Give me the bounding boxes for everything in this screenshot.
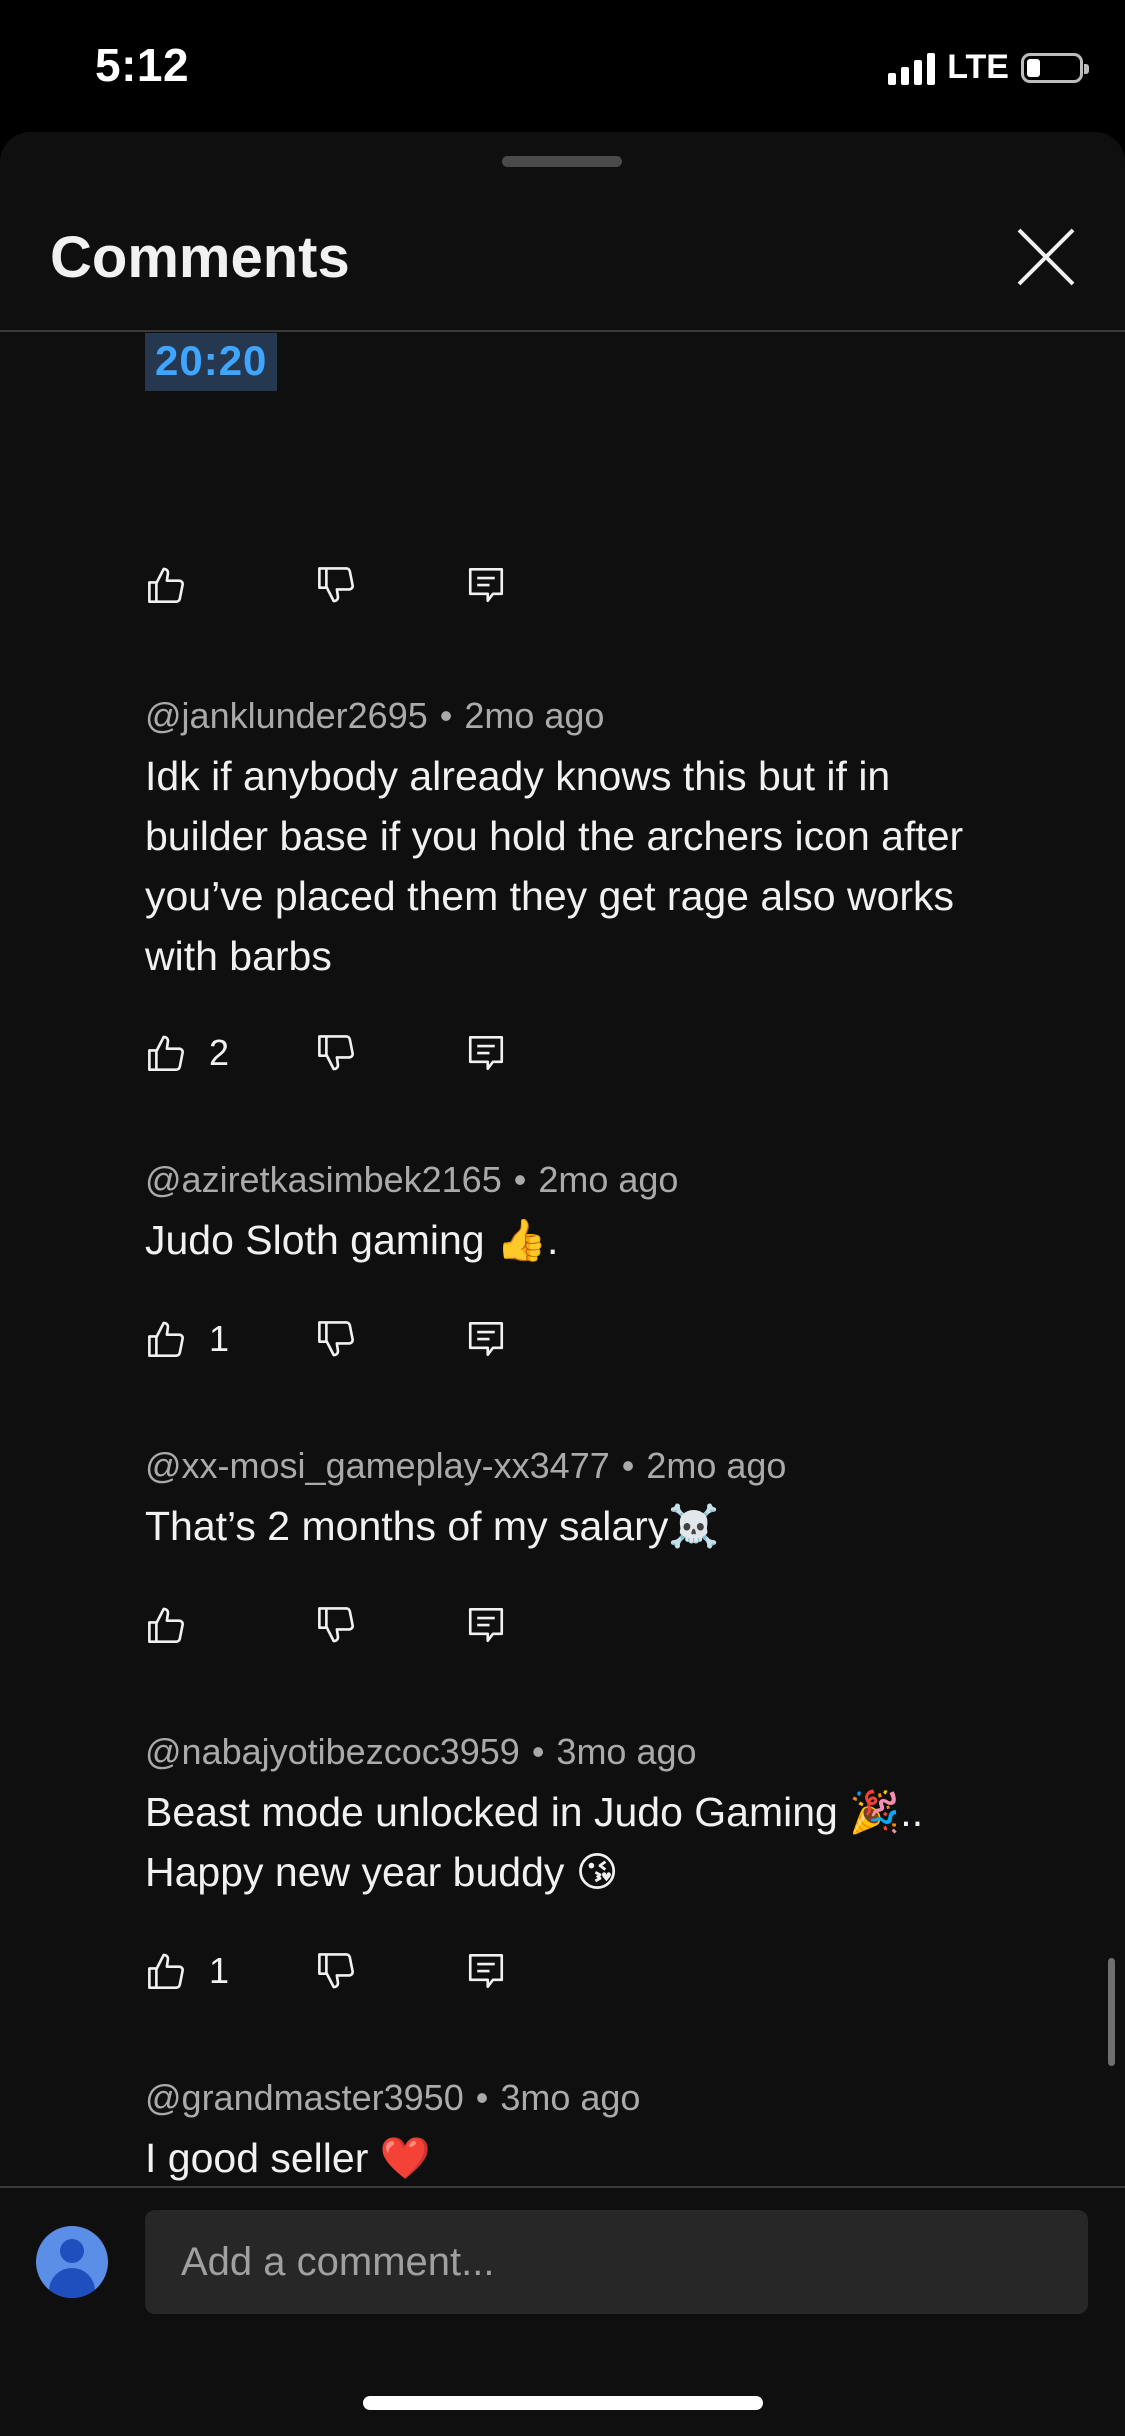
comment-text: Judo Sloth gaming 👍.: [145, 1210, 1045, 1270]
comment-time: 3mo ago: [500, 2077, 641, 2118]
comment-author[interactable]: @nabajyotibezcoc3959: [145, 1731, 520, 1772]
comment-line: builder base if you hold the archers ico…: [145, 813, 964, 859]
avatar[interactable]: [36, 2226, 108, 2298]
battery-icon: [1021, 52, 1089, 83]
comment-meta: @xx-mosi_gameplay-xx3477 • 2mo ago: [145, 1445, 787, 1486]
network-type: LTE: [947, 48, 1009, 86]
comment-item: @janklunder2695 • 2mo ago Idk if anybody a…: [145, 694, 1045, 986]
comment-author[interactable]: @janklunder2695: [145, 695, 428, 736]
comment-meta: @janklunder2695 • 2mo ago: [145, 695, 605, 736]
reply-icon: [465, 1032, 507, 1074]
reply-button[interactable]: [465, 1314, 507, 1364]
comment-line: with barbs: [145, 933, 332, 979]
comment-actions: [145, 560, 545, 610]
like-button[interactable]: [145, 1600, 187, 1650]
dislike-button[interactable]: [315, 1314, 357, 1364]
timestamp-link[interactable]: 20:20: [145, 333, 278, 391]
comment-actions: 1: [145, 1946, 545, 1996]
close-icon: [1017, 228, 1075, 286]
comment-meta: @aziretkasimbek2165 • 2mo ago: [145, 1159, 679, 1200]
comment-line: Happy new year buddy 😘: [145, 1849, 619, 1895]
thumbs-up-icon: [145, 1032, 187, 1074]
like-button[interactable]: [145, 560, 187, 610]
compose-divider: [0, 2186, 1125, 2188]
comment-meta: @nabajyotibezcoc3959 • 3mo ago: [145, 1731, 697, 1772]
thumbs-up-icon: [145, 1950, 187, 1992]
reply-icon: [465, 564, 507, 606]
comment-line: you’ve placed them they get rage also wo…: [145, 873, 955, 919]
comment-time: 2mo ago: [646, 1445, 787, 1486]
comment-item: @aziretkasimbek2165 • 2mo ago Judo Sloth g…: [145, 1158, 1045, 1270]
dislike-button[interactable]: [315, 1946, 357, 1996]
reply-button[interactable]: [465, 1946, 507, 1996]
comment-input[interactable]: [145, 2210, 1088, 2314]
thumbs-down-icon: [315, 1604, 357, 1646]
status-indicators: LTE: [888, 48, 1089, 87]
status-bar: 5:12 LTE: [0, 0, 1125, 135]
comment-actions: 2: [145, 1028, 545, 1078]
comment-time: 3mo ago: [556, 1731, 697, 1772]
comment-item: @grandmaster3950 • 3mo ago I good seller ❤…: [145, 2076, 1045, 2188]
home-indicator: [363, 2396, 763, 2410]
like-count: 1: [209, 1950, 230, 1991]
comment-line: I good seller ❤️: [145, 2135, 431, 2181]
status-time: 5:12: [95, 39, 190, 91]
reply-icon: [465, 1318, 507, 1360]
comments-sheet: Comments 20:20 @janklunder2695 • 2mo ago I…: [0, 132, 1125, 2436]
comment-time: 2mo ago: [538, 1159, 679, 1200]
comment-meta: @grandmaster3950 • 3mo ago: [145, 2077, 641, 2118]
comment-author[interactable]: @grandmaster3950: [145, 2077, 464, 2118]
reply-button[interactable]: [465, 1600, 507, 1650]
comment-line: Judo Sloth gaming 👍.: [145, 1217, 559, 1263]
thumbs-down-icon: [315, 1950, 357, 1992]
comments-list[interactable]: 20:20 @janklunder2695 • 2mo ago Idk if any…: [0, 332, 1125, 2318]
like-button[interactable]: 1: [145, 1314, 229, 1364]
comment-text: I good seller ❤️: [145, 2128, 1045, 2188]
reply-button[interactable]: [465, 560, 507, 610]
dislike-button[interactable]: [315, 1028, 357, 1078]
reply-icon: [465, 1950, 507, 1992]
signal-icon: [888, 51, 936, 85]
sheet-title: Comments: [50, 225, 350, 290]
comment-text: Beast mode unlocked in Judo Gaming 🎉.. H…: [145, 1782, 1045, 1902]
like-button[interactable]: 2: [145, 1028, 229, 1078]
comment-actions: 1: [145, 1314, 545, 1364]
comment-actions: [145, 1600, 545, 1650]
like-count: 1: [209, 1318, 230, 1359]
comment-line: Idk if anybody already knows this but if…: [145, 753, 891, 799]
comment-author[interactable]: @xx-mosi_gameplay-xx3477: [145, 1445, 610, 1486]
comment-line: That’s 2 months of my salary☠️: [145, 1503, 720, 1549]
comment-item: @nabajyotibezcoc3959 • 3mo ago Beast mode …: [145, 1730, 1045, 1902]
comment-time: 2mo ago: [464, 695, 605, 736]
comment-text: Idk if anybody already knows this but if…: [145, 746, 1045, 986]
close-button[interactable]: [1013, 224, 1079, 290]
thumbs-down-icon: [315, 564, 357, 606]
dislike-button[interactable]: [315, 560, 357, 610]
comment-line: Beast mode unlocked in Judo Gaming 🎉..: [145, 1789, 924, 1835]
thumbs-up-icon: [145, 1604, 187, 1646]
thumbs-down-icon: [315, 1032, 357, 1074]
thumbs-down-icon: [315, 1318, 357, 1360]
reply-icon: [465, 1604, 507, 1646]
like-count: 2: [209, 1032, 230, 1073]
like-button[interactable]: 1: [145, 1946, 229, 1996]
sheet-grabber[interactable]: [502, 156, 622, 167]
comment-author[interactable]: @aziretkasimbek2165: [145, 1159, 502, 1200]
comment-item: @xx-mosi_gameplay-xx3477 • 2mo ago That’s …: [145, 1444, 1045, 1556]
thumbs-up-icon: [145, 1318, 187, 1360]
reply-button[interactable]: [465, 1028, 507, 1078]
comment-text: That’s 2 months of my salary☠️: [145, 1496, 1045, 1556]
dislike-button[interactable]: [315, 1600, 357, 1650]
scrollbar-thumb[interactable]: [1108, 1958, 1115, 2066]
thumbs-up-icon: [145, 564, 187, 606]
